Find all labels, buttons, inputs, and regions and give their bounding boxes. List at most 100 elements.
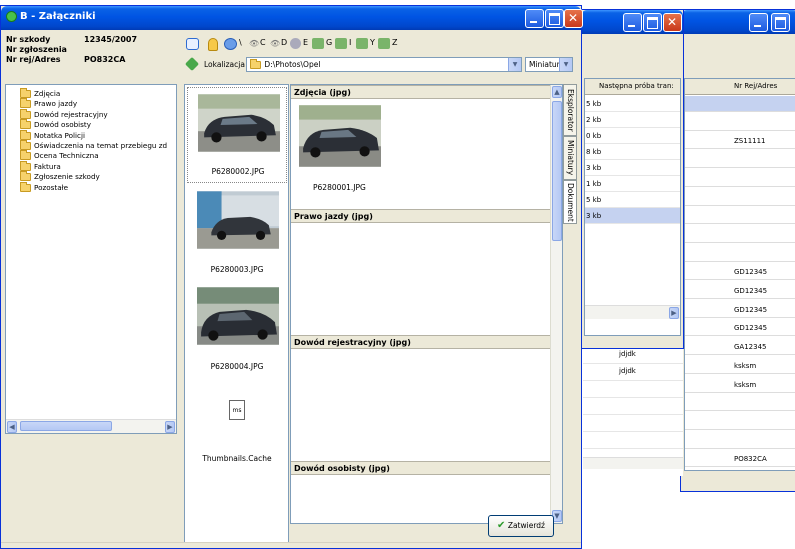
close-button[interactable] xyxy=(663,13,682,32)
title-bar[interactable]: B - Załączniki xyxy=(1,6,583,30)
drive-icon-g[interactable] xyxy=(312,38,324,49)
document-panel[interactable]: Zdjęcia (jpg) P6280001.JPG Prawo jazdy (… xyxy=(290,84,563,524)
attachments-window[interactable]: B - Załączniki Nr szkody 12345/2007 Nr z… xyxy=(0,5,583,549)
drive-icon-i[interactable] xyxy=(335,38,347,49)
table-row[interactable]: GD12345 xyxy=(685,264,795,281)
table-row[interactable]: GD12345 xyxy=(685,302,795,318)
disc-icon-e[interactable] xyxy=(290,38,301,49)
tab-document[interactable]: Dokument xyxy=(563,180,577,224)
table-row[interactable]: 3 kb xyxy=(585,208,680,224)
table-row[interactable] xyxy=(583,415,683,432)
close-button[interactable] xyxy=(564,9,583,28)
chevron-down-icon[interactable]: ▼ xyxy=(559,58,572,71)
view-mode-select[interactable]: Miniatury ▼ xyxy=(525,57,573,72)
maximize-button[interactable] xyxy=(643,13,662,32)
table-row[interactable]: 5 kb xyxy=(585,96,680,112)
toolbar-label-i[interactable]: I xyxy=(349,38,351,47)
thumbnail-item[interactable]: ms Thumbnails.Cache xyxy=(187,390,287,480)
table-row[interactable]: jdjdk xyxy=(583,364,683,381)
table-row[interactable] xyxy=(685,227,795,243)
background-window-middle[interactable]: Następna próba tran: 5 kb 2 kb 0 kb 8 kb 3 k… xyxy=(580,9,684,349)
title-bar[interactable] xyxy=(681,10,795,34)
table-row[interactable] xyxy=(583,381,683,398)
vertical-scrollbar[interactable]: ▲ ▼ xyxy=(550,85,562,523)
tab-explorer[interactable]: Eksplorator xyxy=(563,84,577,136)
scroll-up-arrow[interactable]: ▲ xyxy=(552,86,562,98)
tab-thumbnails[interactable]: Miniatury xyxy=(563,136,577,180)
scroll-right-arrow[interactable]: ▶ xyxy=(165,421,175,433)
table-row[interactable]: 1 kb xyxy=(585,176,680,192)
table-row[interactable]: 5 kb xyxy=(585,192,680,208)
table-row[interactable]: GD12345 xyxy=(685,320,795,337)
table-row[interactable] xyxy=(685,395,795,412)
table-row[interactable]: 0 kb xyxy=(585,128,680,144)
horizontal-scrollbar[interactable]: ▶ xyxy=(585,305,680,319)
table-row[interactable]: 3 kb xyxy=(585,160,680,176)
table-row[interactable]: 2 kb xyxy=(585,112,680,128)
tree-item[interactable]: Oświadczenia na temat przebiegu zd xyxy=(20,140,167,151)
chevron-down-icon[interactable]: ▼ xyxy=(508,58,521,71)
table-row[interactable] xyxy=(685,171,795,187)
table-row[interactable] xyxy=(685,115,795,131)
drive-icon-y[interactable] xyxy=(356,38,368,49)
scroll-left-arrow[interactable]: ◀ xyxy=(7,421,17,433)
table-row[interactable]: 8 kb xyxy=(585,144,680,160)
table-row[interactable] xyxy=(583,432,683,449)
thumbnail-item[interactable]: P6280003.JPG xyxy=(187,187,287,279)
minimize-button[interactable] xyxy=(525,9,544,28)
table-row[interactable]: PO832CA xyxy=(685,451,795,468)
table-row[interactable] xyxy=(685,208,795,225)
toolbar-label-d[interactable]: D xyxy=(281,38,287,47)
background-window-right[interactable]: Nr Rej/Adres ZS11111 GD12345 GD12345 GD1234… xyxy=(680,9,795,492)
minimize-button[interactable] xyxy=(623,13,642,32)
table-row[interactable]: ZS11111 xyxy=(685,133,795,150)
table-row[interactable]: GD12345 xyxy=(685,283,795,299)
table-row[interactable] xyxy=(685,433,795,449)
thumbnail-item[interactable]: P6280002.JPG xyxy=(187,87,287,183)
confirm-button[interactable]: ✔ Zatwierdź xyxy=(488,515,554,537)
thumbnail-list[interactable]: P6280002.JPG P6280003.JPG P6280004.JPG m… xyxy=(184,84,289,544)
horizontal-scrollbar[interactable]: ◀ ▶ xyxy=(6,419,176,433)
toolbar-label-g[interactable]: G xyxy=(326,38,332,47)
horizontal-scrollbar[interactable] xyxy=(583,457,683,469)
table-row[interactable]: ksksm xyxy=(685,377,795,393)
data-grid[interactable]: Nr Rej/Adres ZS11111 GD12345 GD12345 GD1234… xyxy=(684,78,795,471)
tree-item[interactable]: Dowód osobisty xyxy=(20,119,91,130)
drive-icon-z[interactable] xyxy=(378,38,390,49)
toolbar-label-z[interactable]: Z xyxy=(392,38,397,47)
table-row[interactable] xyxy=(685,152,795,169)
thumbnail-item[interactable]: P6280004.JPG xyxy=(187,285,287,377)
refresh-icon[interactable] xyxy=(186,38,199,50)
table-row[interactable]: GA12345 xyxy=(685,339,795,356)
tree-item[interactable]: Dowód rejestracyjny xyxy=(20,108,108,120)
car-photo[interactable] xyxy=(299,105,381,167)
eye-icon-c[interactable]: 👁 xyxy=(249,39,259,48)
table-row[interactable] xyxy=(583,398,683,415)
tree-item[interactable]: Pozostałe xyxy=(20,181,68,193)
category-tree[interactable]: Zdjęcia Prawo jazdy Dowód rejestracyjny Dow… xyxy=(5,84,177,434)
toolbar-label-backslash[interactable]: \ xyxy=(239,38,242,47)
table-row[interactable]: ksksm xyxy=(685,358,795,374)
table-row[interactable]: jdjdk xyxy=(583,347,683,364)
table-row[interactable] xyxy=(685,96,795,112)
toolbar-label-c[interactable]: C xyxy=(260,38,266,47)
data-grid[interactable]: Następna próba tran: 5 kb 2 kb 0 kb 8 kb 3 k… xyxy=(584,78,681,336)
toolbar-label-e[interactable]: E xyxy=(303,38,308,47)
toolbar-label-y[interactable]: Y xyxy=(370,38,375,47)
maximize-button[interactable] xyxy=(545,9,564,28)
tree-item[interactable]: Ocena Techniczna xyxy=(20,150,99,161)
location-path-combo[interactable]: D:\Photos\Opel ▼ xyxy=(246,57,522,72)
scroll-right-arrow[interactable]: ▶ xyxy=(669,307,679,319)
bulb-icon[interactable] xyxy=(208,38,218,51)
tree-item[interactable]: Zgłoszenie szkody xyxy=(20,171,100,182)
scroll-thumb[interactable] xyxy=(552,101,562,241)
scan-icon[interactable] xyxy=(224,38,237,50)
tree-item[interactable]: Notatka Policji xyxy=(20,129,85,141)
table-row[interactable] xyxy=(685,190,795,206)
table-row[interactable] xyxy=(685,246,795,262)
table-row[interactable] xyxy=(685,414,795,430)
tree-item[interactable]: Prawo jazdy xyxy=(20,98,77,109)
minimize-button[interactable] xyxy=(749,13,768,32)
eye-icon-d[interactable]: 👁 xyxy=(270,39,280,48)
title-bar[interactable] xyxy=(581,10,683,34)
